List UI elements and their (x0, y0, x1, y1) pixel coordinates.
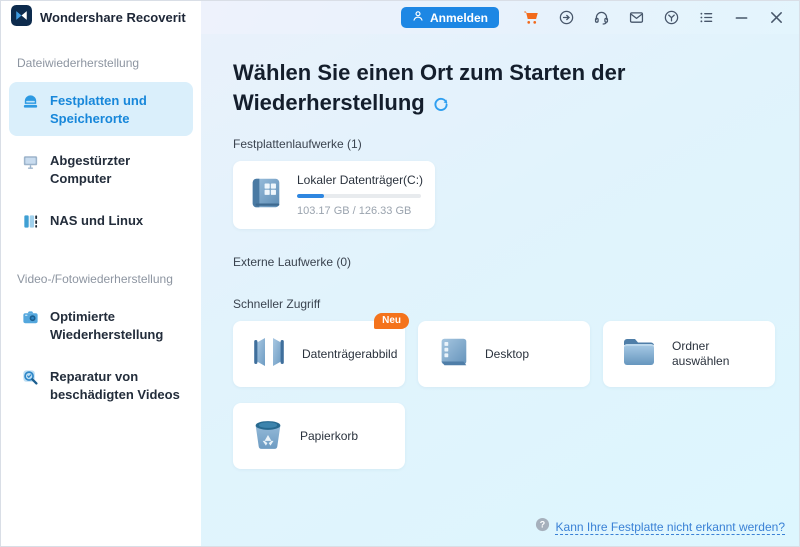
hdd-section-label: Festplattenlaufwerke (1) (233, 137, 362, 152)
folder-icon (619, 332, 659, 377)
section-label-video-photo-recovery: Video-/Fotowiederherstellung (17, 272, 173, 287)
quick-access-disk-image[interactable]: Neu Datenträgerabbild (233, 313, 409, 388)
signin-label: Anmelden (429, 10, 488, 25)
quick-access-select-folder[interactable]: Ordner auswählen (603, 321, 775, 388)
drive-usage-bar (297, 194, 421, 199)
external-drives-label: Externe Laufwerke (0) (233, 255, 352, 270)
sidebar-item-label: Optimierte Wiederherstellung (50, 309, 164, 342)
menu-list-icon[interactable] (697, 9, 715, 27)
headset-icon[interactable] (592, 9, 610, 27)
sidebar-item-nas-linux[interactable]: NAS und Linux (9, 202, 193, 240)
page-title-text: Wählen Sie einen Ort zum Starten der Wie… (233, 60, 626, 115)
drive-usage-fill (297, 194, 325, 199)
refresh-icon[interactable] (433, 90, 449, 120)
sidebar-item-hard-drives[interactable]: Festplatten und Speicherorte (9, 82, 193, 137)
app-title: Wondershare Recoverit (40, 10, 186, 25)
quick-access-label: Schneller Zugriff (233, 297, 321, 312)
mail-icon[interactable] (627, 9, 645, 27)
quick-access-label-text: Papierkorb (300, 428, 359, 443)
signin-button[interactable]: Anmelden (400, 7, 499, 28)
app-window: Wondershare Recoverit Anmelden Dateiwied… (0, 0, 800, 547)
section-label-file-recovery: Dateiwiederherstellung (17, 56, 140, 70)
recycle-bin-icon (249, 415, 287, 458)
camera-icon (20, 307, 40, 327)
quick-access-label-text: Desktop (485, 346, 530, 361)
disk-not-detected-link[interactable]: Kann Ihre Festplatte nicht erkannt werde… (556, 520, 785, 534)
drive-name: Lokaler Datenträger(C:) (297, 173, 424, 188)
windows-disk-icon (247, 174, 285, 217)
quick-access-grid: Neu Datenträgerabbild Desktop Ordner aus… (233, 313, 775, 470)
quick-access-desktop[interactable]: Desktop (418, 321, 590, 388)
sidebar: Dateiwiederherstellung Festplatten und S… (1, 34, 201, 546)
disk-image-icon (249, 332, 289, 377)
app-body: Dateiwiederherstellung Festplatten und S… (1, 34, 799, 546)
titlebar-left: Wondershare Recoverit (1, 1, 201, 34)
svg-text:?: ? (539, 520, 544, 530)
app-logo-icon (11, 4, 32, 31)
drive-info: Lokaler Datenträger(C:) 103.17 GB / 126.… (297, 173, 424, 218)
settings-icon[interactable] (662, 9, 680, 27)
sidebar-item-enhanced-recovery[interactable]: Optimierte Wiederherstellung (9, 298, 193, 352)
page-title: Wählen Sie einen Ort zum Starten der Wie… (233, 58, 673, 119)
drive-capacity: 103.17 GB / 126.33 GB (297, 205, 412, 218)
user-icon (412, 10, 424, 25)
login-arrow-icon[interactable] (557, 9, 575, 27)
footer-help: ? Kann Ihre Festplatte nicht erkannt wer… (535, 517, 785, 537)
new-badge: Neu (374, 313, 409, 330)
quick-access-label-text: Datenträgerabbild (302, 346, 398, 361)
sidebar-item-label: NAS und Linux (50, 213, 144, 229)
desktop-icon (434, 333, 472, 376)
cart-icon[interactable] (522, 9, 540, 27)
question-icon[interactable]: ? (535, 517, 550, 537)
sidebar-item-label: Festplatten und Speicherorte (50, 93, 147, 126)
sidebar-item-crashed-computer[interactable]: Abgestürzter Computer (9, 142, 193, 196)
quick-access-recycle-bin[interactable]: Papierkorb (233, 403, 405, 470)
sidebar-item-label: Reparatur von beschädigten Videos (50, 369, 180, 402)
titlebar: Wondershare Recoverit Anmelden (1, 1, 799, 34)
local-disk-card[interactable]: Lokaler Datenträger(C:) 103.17 GB / 126.… (233, 161, 435, 230)
nas-server-icon (20, 211, 40, 231)
close-icon[interactable] (767, 9, 785, 27)
titlebar-right: Anmelden (201, 1, 799, 34)
main-content: Wählen Sie einen Ort zum Starten der Wie… (201, 34, 799, 546)
sidebar-item-video-repair[interactable]: Reparatur von beschädigten Videos (9, 358, 193, 412)
hard-drive-icon (20, 91, 40, 111)
video-repair-icon (20, 367, 40, 387)
crashed-computer-icon (20, 151, 40, 171)
sidebar-item-label: Abgestürzter Computer (50, 153, 131, 186)
quick-access-label-text: Ordner auswählen (672, 338, 730, 369)
minimize-icon[interactable] (732, 9, 750, 27)
